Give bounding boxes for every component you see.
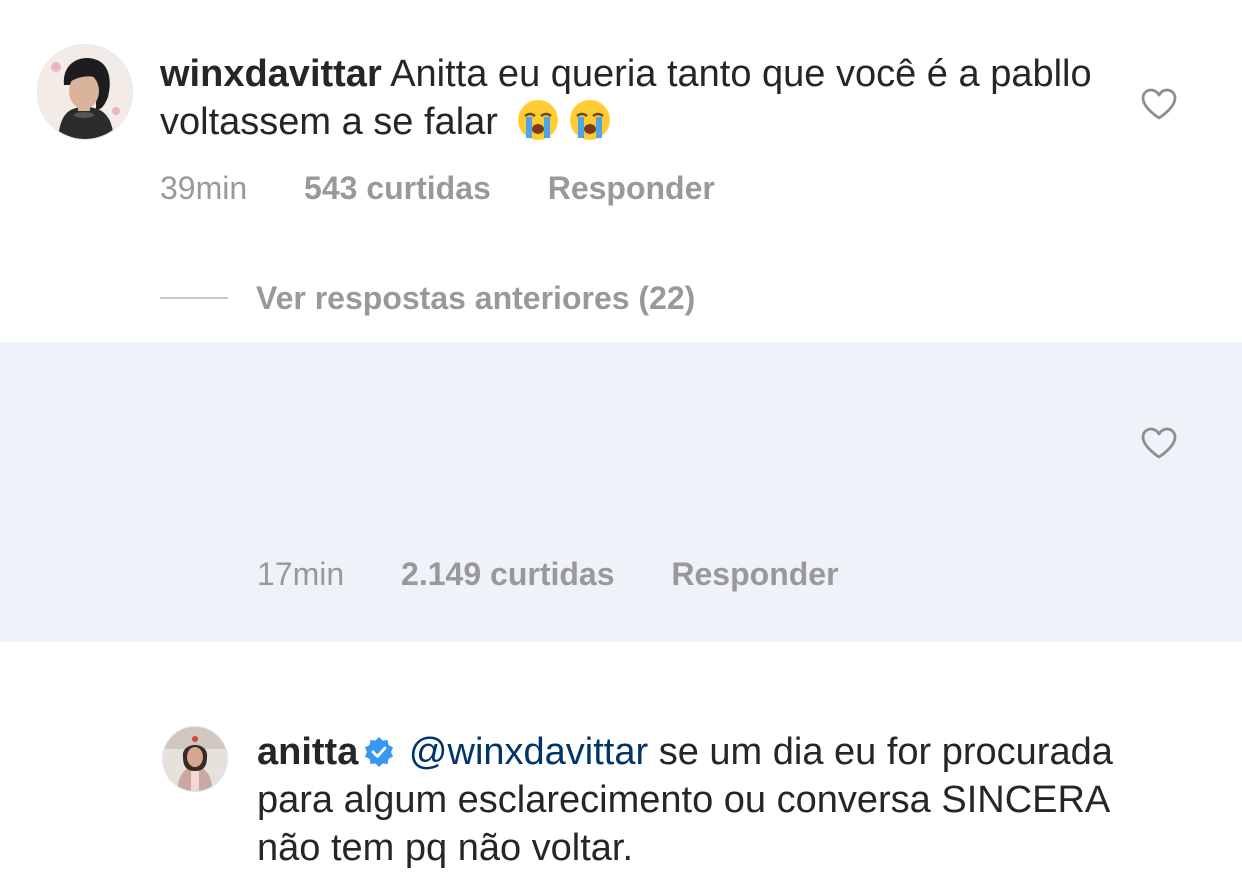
comment-anitta: anitta @winxdavittar se um dia eu for pr… bbox=[0, 342, 1242, 869]
avatar[interactable] bbox=[163, 727, 227, 791]
verified-badge-icon bbox=[364, 737, 394, 767]
comment-username[interactable]: winxdavittar bbox=[160, 53, 382, 95]
reply-button[interactable]: Responder bbox=[548, 170, 715, 206]
heart-icon[interactable] bbox=[1140, 87, 1178, 121]
divider-line bbox=[160, 297, 228, 299]
comment-likes[interactable]: 2.149 curtidas bbox=[401, 556, 614, 592]
reply-button[interactable]: Responder bbox=[671, 556, 838, 592]
comment-text: anitta @winxdavittar se um dia eu for pr… bbox=[257, 728, 1117, 872]
view-previous-replies-button[interactable]: Ver respostas anteriores (22) bbox=[160, 278, 695, 318]
heart-icon[interactable] bbox=[1140, 426, 1178, 460]
comment-time: 17min bbox=[257, 556, 345, 592]
comment-meta: 39min 543 curtidas Responder bbox=[160, 170, 763, 207]
comment-meta: 17min 2.149 curtidas Responder bbox=[257, 556, 887, 593]
mention-link[interactable]: @winxdavittar bbox=[409, 731, 648, 773]
loudly-crying-face-emoji-icon bbox=[568, 98, 612, 142]
comment-username[interactable]: anitta bbox=[257, 731, 358, 773]
comment-winxdavittar: winxdavittar Anitta eu queria tanto que … bbox=[0, 0, 1242, 342]
comment-text: winxdavittar Anitta eu queria tanto que … bbox=[160, 50, 1100, 146]
comment-likes[interactable]: 543 curtidas bbox=[304, 170, 491, 206]
comment-time: 39min bbox=[160, 170, 248, 206]
loudly-crying-face-emoji-icon bbox=[516, 98, 560, 142]
view-replies-label: Ver respostas anteriores (22) bbox=[256, 279, 696, 316]
avatar[interactable] bbox=[38, 45, 132, 139]
